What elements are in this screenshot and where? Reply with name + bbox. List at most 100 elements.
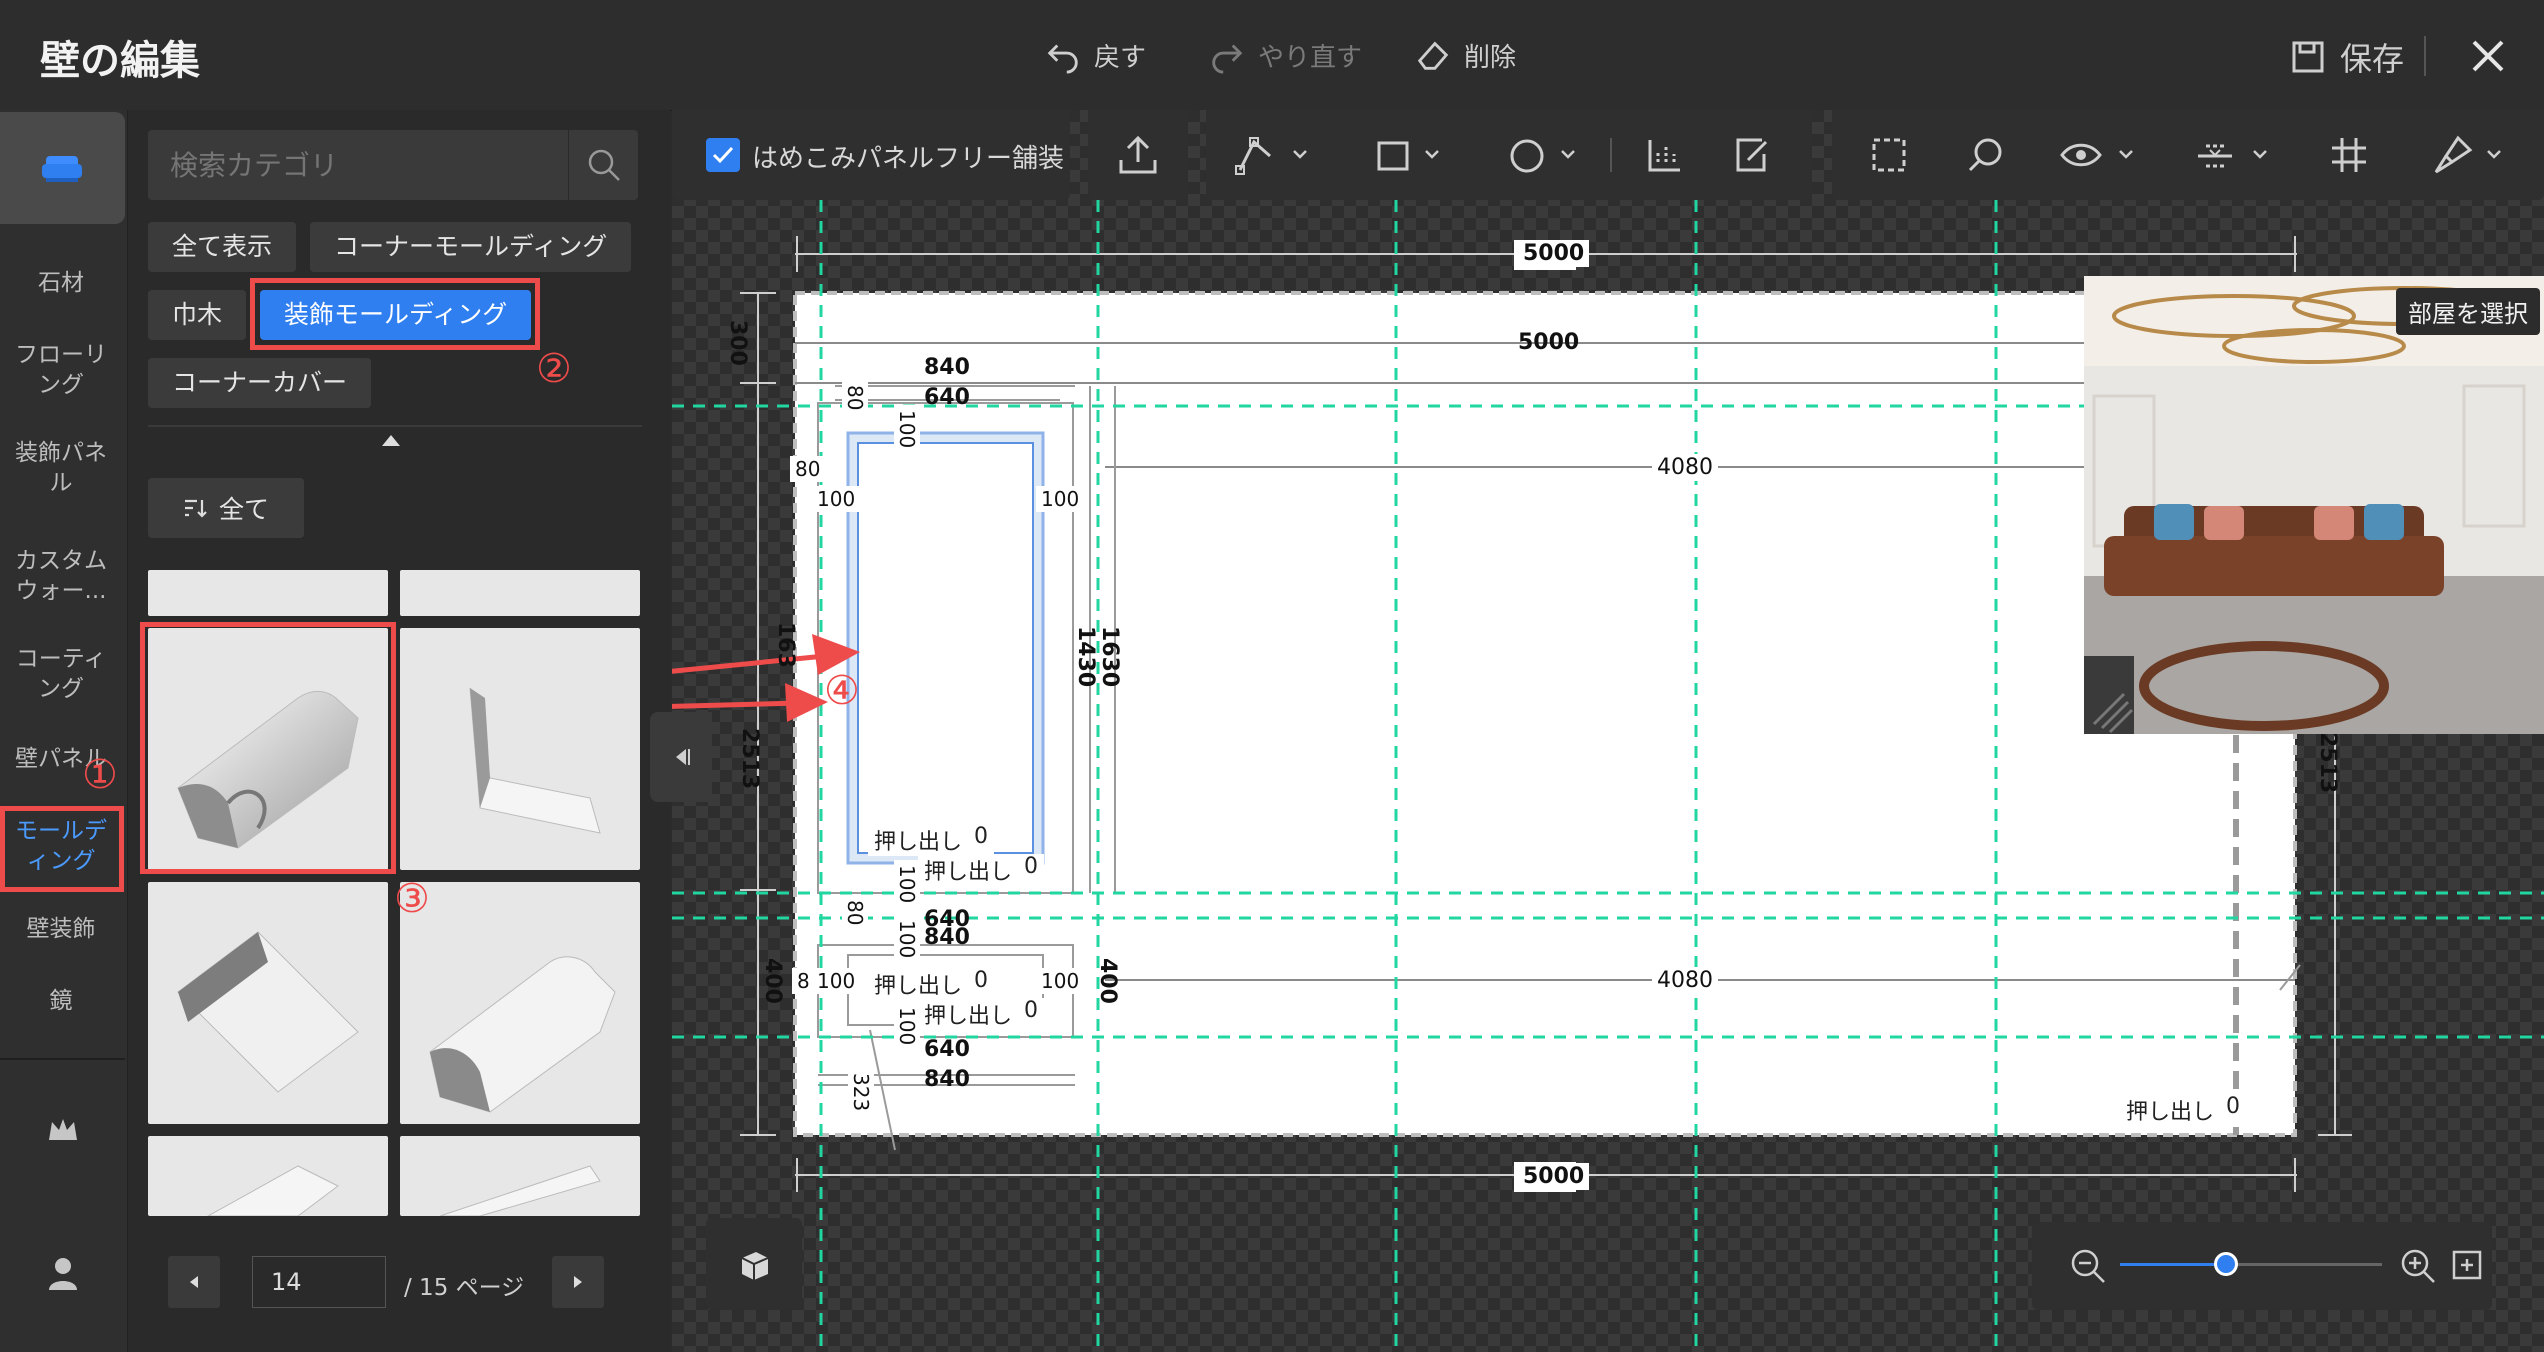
delete-label: 削除 xyxy=(1464,42,1517,73)
rail-item[interactable]: 石材 xyxy=(0,268,122,298)
product-thumb[interactable] xyxy=(400,1136,640,1216)
chip-corner-cover[interactable]: コーナーカバー xyxy=(148,358,372,408)
dimension-label: 100 xyxy=(894,915,920,964)
shape-lasso-icon[interactable] xyxy=(1962,132,2008,178)
rail-item[interactable]: コーティ ング xyxy=(0,644,122,704)
view-toolbar xyxy=(1832,110,2544,200)
search-input[interactable] xyxy=(148,130,558,200)
dimension-label: 100 xyxy=(1036,968,1085,994)
product-thumb[interactable] xyxy=(148,882,388,1124)
zoom-slider-handle[interactable] xyxy=(2214,1252,2238,1276)
rail-item[interactable]: フローリ ング xyxy=(0,340,122,400)
dimension-label: 300 xyxy=(725,320,750,366)
user-icon[interactable] xyxy=(46,1256,80,1292)
dimension-label: 100 xyxy=(812,486,861,512)
collapse-panel-button[interactable] xyxy=(650,712,712,802)
product-thumb[interactable] xyxy=(400,882,640,1124)
undo-icon xyxy=(1047,44,1078,74)
extrude-value: 0 xyxy=(2226,1094,2241,1119)
paint-brush-icon[interactable] xyxy=(2430,132,2476,178)
next-page-button[interactable] xyxy=(552,1256,604,1308)
sort-button[interactable]: 全て xyxy=(148,478,304,538)
save-label: 保存 xyxy=(2340,40,2405,78)
dimension-label: 4080 xyxy=(1652,967,1718,994)
rail-divider xyxy=(0,1058,125,1060)
select-room-button[interactable]: 部屋を選択 xyxy=(2396,288,2540,335)
toolbar-divider xyxy=(1610,138,1612,172)
3d-view-button[interactable] xyxy=(706,1218,802,1310)
chip-show-all[interactable]: 全て表示 xyxy=(148,222,297,272)
dimension-label: 5000 xyxy=(1518,330,1580,355)
search-button[interactable] xyxy=(568,130,639,200)
zoom-out-icon[interactable] xyxy=(2068,1246,2108,1286)
export-toolbar xyxy=(1088,110,1188,200)
eye-icon[interactable] xyxy=(2058,132,2104,178)
rectangle-icon[interactable] xyxy=(1370,132,1416,178)
prev-page-button[interactable] xyxy=(168,1256,220,1308)
extrude-text: 押し出し xyxy=(874,974,963,999)
dimension-label: 100 xyxy=(812,968,861,994)
edit-panel-icon[interactable] xyxy=(1728,132,1774,178)
chip-baseboard[interactable]: 巾木 xyxy=(148,290,247,340)
undo-button[interactable]: 戻す xyxy=(1044,36,1146,74)
dimension-label: 840 xyxy=(924,1067,970,1092)
dimension-label: 100 xyxy=(894,1002,920,1051)
redo-button[interactable]: やり直す xyxy=(1208,36,1362,74)
rail-item[interactable]: 壁装飾 xyxy=(0,914,122,944)
rail-item[interactable]: 装飾パネ ル xyxy=(0,438,122,498)
chevron-down-icon[interactable] xyxy=(1560,146,1576,162)
crown-icon[interactable] xyxy=(46,1116,80,1146)
chevron-down-icon[interactable] xyxy=(2118,146,2134,162)
rail-item[interactable]: 鏡 xyxy=(0,986,122,1016)
dimension-label: 100 xyxy=(1036,486,1085,512)
collapse-left-icon xyxy=(676,749,690,765)
sort-icon xyxy=(184,499,207,518)
extrude-value: 0 xyxy=(1024,854,1039,879)
align-center-icon[interactable] xyxy=(2192,132,2238,178)
align-distribute-icon[interactable] xyxy=(1642,132,1688,178)
room-3d-preview[interactable] xyxy=(2084,276,2544,734)
upload-icon[interactable] xyxy=(1115,132,1161,178)
page-number-input[interactable] xyxy=(252,1256,386,1308)
chevron-down-icon[interactable] xyxy=(1424,146,1440,162)
pen-tool-icon[interactable] xyxy=(1232,132,1278,178)
extrude-label[interactable]: 押し出し 0 xyxy=(2120,1094,2247,1126)
circle-icon[interactable] xyxy=(1504,132,1550,178)
product-thumb[interactable] xyxy=(148,1136,388,1216)
select-frame-icon[interactable] xyxy=(1866,132,1912,178)
product-thumb[interactable] xyxy=(400,628,640,870)
extrude-label[interactable]: 押し出し 0 xyxy=(868,968,995,1000)
molding-image xyxy=(206,1165,339,1216)
rail-item[interactable]: カスタム ウォー... xyxy=(0,546,122,606)
extrude-label[interactable]: 押し出し 0 xyxy=(918,854,1045,886)
dimension-label: 80 xyxy=(842,895,868,931)
zoom-slider-fill xyxy=(2120,1263,2226,1266)
delete-button[interactable]: 削除 xyxy=(1414,36,1516,74)
dimension-label: 640 xyxy=(924,1037,970,1062)
zoom-in-icon[interactable] xyxy=(2398,1246,2438,1286)
save-button[interactable]: 保存 xyxy=(2290,34,2404,80)
eraser-icon xyxy=(1417,41,1449,70)
cube-icon xyxy=(741,1252,769,1280)
extrude-text: 押し出し xyxy=(924,1004,1013,1029)
product-thumb[interactable] xyxy=(400,570,640,616)
extrude-text: 押し出し xyxy=(874,830,963,855)
extrude-label[interactable]: 押し出し 0 xyxy=(868,824,995,856)
product-thumb[interactable] xyxy=(148,570,388,616)
close-icon[interactable] xyxy=(2466,34,2510,78)
caret-right-icon xyxy=(574,1276,582,1288)
extrude-label[interactable]: 押し出し 0 xyxy=(918,998,1045,1030)
chips-divider xyxy=(148,425,642,427)
chevron-down-icon[interactable] xyxy=(2252,146,2268,162)
extrude-value: 0 xyxy=(974,824,989,849)
materials-tab[interactable] xyxy=(0,112,125,224)
grid-hash-icon[interactable] xyxy=(2326,132,2372,178)
chevron-down-icon[interactable] xyxy=(1292,146,1308,162)
page-title: 壁の編集 xyxy=(40,38,200,84)
paving-checkbox[interactable] xyxy=(706,138,740,172)
chip-corner-molding[interactable]: コーナーモールディング xyxy=(310,222,632,272)
chevron-down-icon[interactable] xyxy=(2486,146,2502,162)
fit-view-icon[interactable] xyxy=(2450,1248,2484,1282)
molding-image xyxy=(177,931,359,1093)
collapse-chips-icon[interactable] xyxy=(382,435,400,446)
